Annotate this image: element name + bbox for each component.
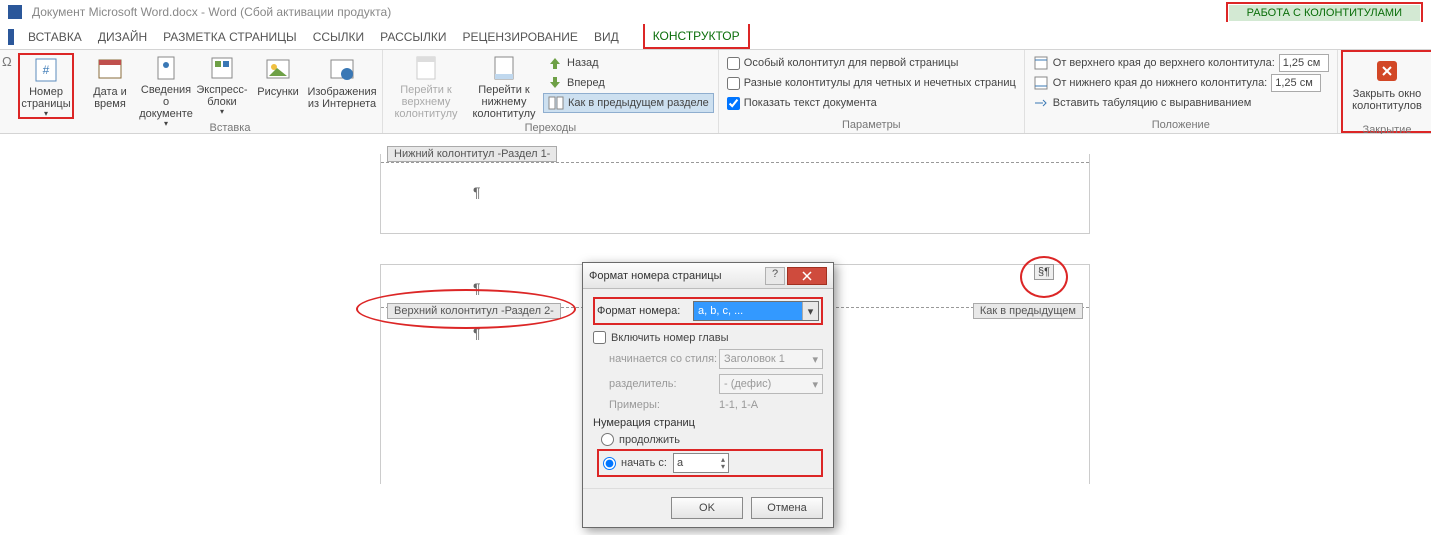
margin-top-icon — [1033, 55, 1049, 71]
from-top-label: От верхнего края до верхнего колонтитула… — [1053, 57, 1275, 69]
footer-section-tag: Нижний колонтитул -Раздел 1- — [387, 146, 557, 162]
online-pictures-icon — [328, 55, 356, 83]
dialog-title: Формат номера страницы — [589, 270, 765, 282]
calendar-icon — [96, 55, 124, 83]
goto-header-button[interactable]: Перейти к верхнему колонтитулу — [387, 53, 465, 119]
include-chapter-checkbox[interactable] — [593, 331, 606, 344]
close-icon — [1373, 57, 1401, 85]
diff-first-checkbox[interactable]: Особый колонтитул для первой страницы — [723, 53, 1020, 73]
numbering-group-label: Нумерация страниц — [593, 417, 823, 429]
chapter-style-combo: Заголовок 1▾ — [719, 349, 823, 369]
svg-text:#: # — [43, 63, 50, 77]
goto-footer-icon — [490, 55, 518, 81]
separator-combo: - (дефис)▾ — [719, 374, 823, 394]
date-time-button[interactable]: Дата и время — [82, 53, 138, 119]
nav-forward-button[interactable]: Вперед — [543, 73, 714, 93]
word-logo — [8, 5, 22, 19]
cancel-button[interactable]: Отмена — [751, 497, 823, 519]
contextual-tab-group: РАБОТА С КОЛОНТИТУЛАМИ — [1229, 5, 1420, 21]
close-header-footer-button[interactable]: Закрыть окно колонтитулов — [1347, 55, 1427, 121]
margin-bottom-icon — [1033, 75, 1049, 91]
goto-header-icon — [412, 55, 440, 81]
tab-icon — [1033, 95, 1049, 111]
link-previous-button[interactable]: Как в предыдущем разделе — [543, 93, 714, 113]
from-bottom-spinner[interactable]: 1,25 см — [1271, 74, 1321, 92]
from-top-spinner[interactable]: 1,25 см — [1279, 54, 1329, 72]
tab-view[interactable]: ВИД — [586, 24, 627, 49]
start-at-spinner[interactable]: a ▴▾ — [673, 453, 729, 473]
arrow-up-icon — [547, 55, 563, 71]
ok-button[interactable]: OK — [671, 497, 743, 519]
quick-parts-button[interactable]: Экспресс-блоки▾ — [194, 53, 250, 119]
tab-mailings[interactable]: РАССЫЛКИ — [372, 24, 454, 49]
file-tab-stub[interactable] — [8, 29, 14, 45]
collapsed-group-icon[interactable]: Ω — [0, 50, 14, 133]
dialog-help-button[interactable]: ? — [765, 267, 785, 285]
show-doc-checkbox[interactable]: Показать текст документа — [723, 93, 1020, 113]
nav-back-button[interactable]: Назад — [543, 53, 714, 73]
diff-odd-even-checkbox[interactable]: Разные колонтитулы для четных и нечетных… — [723, 73, 1020, 93]
link-previous-tag: Как в предыдущем — [973, 303, 1083, 319]
section-break-glyph: §¶ — [1034, 264, 1054, 280]
format-label: Формат номера: — [597, 305, 693, 317]
tab-vstavka[interactable]: ВСТАВКА — [20, 24, 90, 49]
arrow-down-icon — [547, 75, 563, 91]
dialog-close-button[interactable] — [787, 267, 827, 285]
highlight-oval-1 — [356, 289, 576, 329]
tab-constructor[interactable]: КОНСТРУКТОР — [645, 24, 748, 47]
goto-footer-button[interactable]: Перейти к нижнему колонтитулу — [465, 53, 543, 119]
insert-tab-button[interactable]: Вставить табуляцию с выравниванием — [1029, 93, 1333, 113]
pictures-icon — [264, 55, 292, 83]
quick-parts-icon — [208, 55, 236, 81]
from-bottom-label: От нижнего края до нижнего колонтитула: — [1053, 77, 1267, 89]
group-label-options: Параметры — [719, 119, 1024, 133]
start-at-radio[interactable] — [603, 457, 616, 470]
doc-info-icon — [152, 55, 180, 81]
tab-design[interactable]: ДИЗАЙН — [90, 24, 155, 49]
page-number-format-dialog: Формат номера страницы ? Формат номера: … — [582, 262, 834, 528]
online-pictures-button[interactable]: Изображения из Интернета — [306, 53, 378, 119]
window-title: Документ Microsoft Word.docx - Word (Сбо… — [32, 5, 1226, 19]
doc-info-button[interactable]: Сведения о документе▾ — [138, 53, 194, 119]
paragraph-mark: ¶ — [473, 184, 481, 200]
format-combo[interactable]: a, b, c, ... ▾ — [693, 301, 819, 321]
chevron-down-icon[interactable]: ▾ — [802, 302, 818, 320]
link-icon — [548, 95, 564, 111]
continue-radio[interactable] — [601, 433, 614, 446]
page-number-button[interactable]: # Номер страницы ▾ — [18, 53, 74, 119]
tab-review[interactable]: РЕЦЕНЗИРОВАНИЕ — [455, 24, 586, 49]
tab-layout[interactable]: РАЗМЕТКА СТРАНИЦЫ — [155, 24, 305, 49]
page-number-icon: # — [32, 57, 60, 83]
tab-references[interactable]: ССЫЛКИ — [305, 24, 372, 49]
pictures-button[interactable]: Рисунки — [250, 53, 306, 119]
group-label-position: Положение — [1025, 119, 1337, 133]
